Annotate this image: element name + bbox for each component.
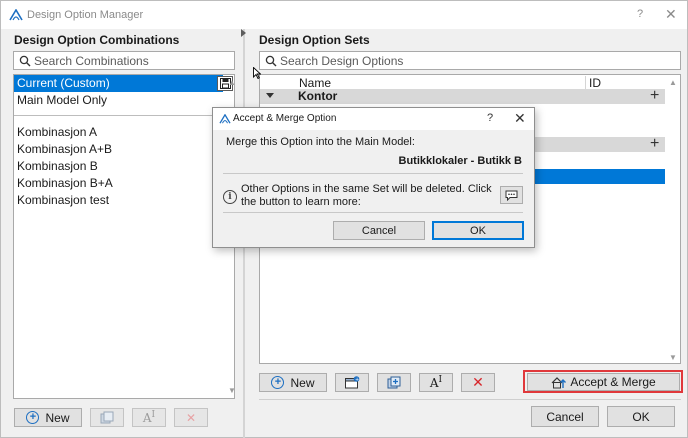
combination-current-custom[interactable]: Current (Custom): [14, 75, 223, 92]
rename-icon: AI: [142, 410, 156, 425]
scroll-up-icon[interactable]: ▲: [228, 78, 236, 87]
set-row-kontor[interactable]: Kontor +: [260, 87, 665, 105]
search-icon: [265, 55, 277, 67]
new-set-button[interactable]: +: [335, 373, 369, 392]
cancel-button[interactable]: Cancel: [531, 406, 599, 427]
accept-merge-icon: [551, 376, 567, 388]
rename-option-button[interactable]: AI: [419, 373, 453, 392]
window-title: Design Option Manager: [27, 9, 144, 21]
list-item[interactable]: Kombinasjon B+A: [14, 175, 113, 192]
plus-circle-icon: +: [26, 411, 40, 424]
info-text: Other Options in the same Set will be de…: [241, 183, 492, 208]
button-label: New: [45, 410, 70, 425]
dialog-close-button[interactable]: ✕: [514, 110, 526, 127]
info-icon: i: [223, 190, 237, 204]
svg-text:+: +: [355, 377, 359, 383]
learn-more-button[interactable]: [500, 186, 523, 204]
dialog-divider: [223, 212, 523, 213]
dialog-message: Merge this Option into the Main Model:: [226, 136, 415, 148]
list-item[interactable]: Kombinasjon B: [14, 158, 98, 175]
option-sets-search[interactable]: [259, 51, 681, 70]
dialog-cancel-button[interactable]: Cancel: [333, 221, 425, 240]
title-bar: Design Option Manager ? ✕: [1, 1, 687, 29]
grid-scroll-up-icon[interactable]: ▲: [669, 78, 677, 87]
archicad-logo-icon: [219, 114, 231, 124]
list-item-label: Kombinasjon test: [17, 193, 110, 207]
button-label: Cancel: [361, 224, 397, 237]
accept-merge-dialog: Accept & Merge Option ? ✕ Merge this Opt…: [212, 107, 535, 248]
button-label: OK: [632, 409, 650, 424]
dialog-help-button[interactable]: ?: [487, 112, 493, 124]
list-item[interactable]: Kombinasjon A: [14, 124, 97, 141]
plus-circle-icon: +: [271, 376, 285, 389]
delete-icon: ✕: [185, 410, 197, 425]
dialog-title: Accept & Merge Option: [233, 113, 337, 124]
combinations-title: Design Option Combinations: [14, 33, 180, 47]
footer-divider: [259, 399, 681, 400]
list-item[interactable]: Kombinasjon test: [14, 192, 109, 209]
archicad-logo-icon: [9, 9, 23, 21]
search-icon: [19, 55, 31, 67]
new-combination-button[interactable]: + New: [14, 408, 82, 427]
rename-icon: AI: [429, 375, 443, 390]
speech-bubble-icon: [505, 190, 518, 201]
splitter-arrow-icon[interactable]: [241, 29, 246, 37]
dialog-divider: [223, 173, 523, 174]
mouse-cursor-icon: [253, 67, 261, 79]
accept-merge-button[interactable]: Accept & Merge: [527, 373, 680, 391]
list-item-label: Kombinasjon B: [17, 159, 98, 173]
column-name-header[interactable]: Name: [299, 76, 331, 90]
option-sets-title: Design Option Sets: [259, 33, 370, 47]
collapse-triangle-icon[interactable]: [266, 93, 274, 98]
delete-icon: ✕: [472, 374, 484, 390]
new-set-icon: +: [344, 376, 359, 389]
button-label: New: [290, 375, 315, 390]
list-item-label: Kombinasjon A+B: [17, 142, 113, 156]
list-item-label: Current (Custom): [17, 76, 110, 90]
list-divider: [14, 115, 225, 116]
list-item[interactable]: Kombinasjon A+B: [14, 141, 112, 158]
list-item-label: Kombinasjon A: [17, 125, 98, 139]
combinations-search[interactable]: [13, 51, 235, 70]
close-button[interactable]: ✕: [665, 6, 677, 23]
duplicate-icon: [387, 376, 401, 389]
set-name: Kontor: [298, 89, 338, 103]
grid-header: Name ID: [260, 76, 665, 90]
scroll-down-icon[interactable]: ▼: [228, 386, 236, 395]
rename-combination-button[interactable]: AI: [132, 408, 166, 427]
list-item-label: Kombinasjon B+A: [17, 176, 113, 190]
column-id-header[interactable]: ID: [589, 76, 601, 90]
help-button[interactable]: ?: [637, 8, 643, 20]
duplicate-option-button[interactable]: [377, 373, 411, 392]
duplicate-icon: [100, 411, 114, 424]
add-option-icon[interactable]: +: [650, 135, 659, 153]
button-label: Accept & Merge: [570, 375, 656, 389]
add-option-icon[interactable]: +: [650, 87, 659, 105]
list-item-label: Main Model Only: [17, 93, 108, 107]
option-name: Butikklokaler - Butikk B: [398, 155, 522, 167]
combinations-list: Current (Custom) ▲ Main Model Only Kombi…: [13, 74, 236, 399]
search-design-options-input[interactable]: [280, 53, 676, 68]
button-label: OK: [470, 224, 486, 237]
search-combinations-input[interactable]: [34, 53, 230, 68]
dialog-title-bar: Accept & Merge Option ? ✕: [213, 108, 534, 130]
grid-scroll-down-icon[interactable]: ▼: [669, 353, 677, 362]
delete-combination-button[interactable]: ✕: [174, 408, 208, 427]
duplicate-combination-button[interactable]: [90, 408, 124, 427]
dialog-ok-button[interactable]: OK: [432, 221, 524, 240]
new-option-button[interactable]: + New: [259, 373, 327, 392]
ok-button[interactable]: OK: [607, 406, 675, 427]
column-separator[interactable]: [585, 76, 586, 90]
design-option-manager-window: Design Option Manager ? ✕ Design Option …: [0, 0, 688, 438]
button-label: Cancel: [546, 409, 584, 424]
combination-main-model-only[interactable]: Main Model Only: [14, 92, 223, 109]
delete-option-button[interactable]: ✕: [461, 373, 495, 392]
